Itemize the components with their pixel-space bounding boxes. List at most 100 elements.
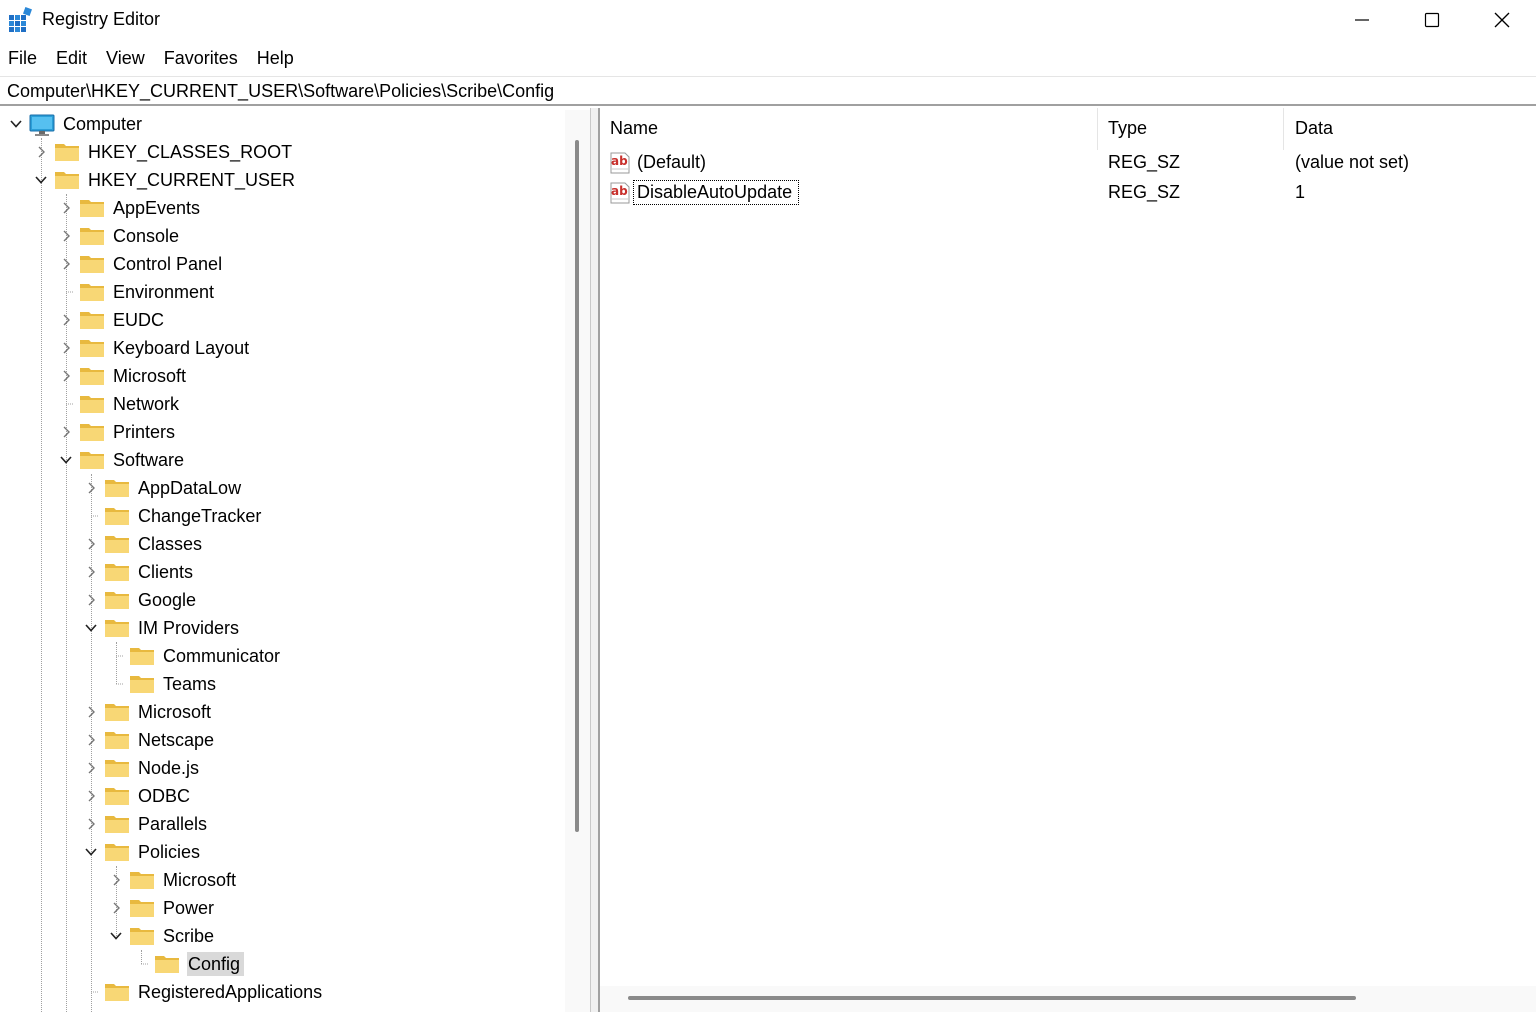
tree-item[interactable]: Google [83,586,200,614]
values-list[interactable]: Name Type Data ab (Default) REG_SZ (valu… [600,108,1536,1012]
folder-icon [79,225,105,247]
minimize-button[interactable] [1327,0,1397,40]
tree-item[interactable]: Software [58,446,188,474]
column-divider[interactable] [1283,108,1284,150]
chevron-right-icon[interactable] [83,788,99,804]
chevron-down-icon[interactable] [58,452,74,468]
folder-icon [129,925,155,947]
tree-item[interactable]: Clients [83,558,197,586]
chevron-right-icon[interactable] [58,368,74,384]
chevron-right-icon[interactable] [83,732,99,748]
tree-item-label: Microsoft [163,870,237,890]
folder-icon [129,645,155,667]
close-icon [1494,12,1510,28]
tree-item[interactable]: Scribe [108,922,218,950]
column-header-name[interactable]: Name [600,108,1097,150]
tree-item[interactable]: Computer [8,110,146,138]
string-value-icon: ab [610,182,630,204]
chevron-right-icon[interactable] [58,256,74,272]
chevron-right-icon[interactable] [58,340,74,356]
column-header-data[interactable]: Data [1285,108,1536,150]
chevron-right-icon[interactable] [33,144,49,160]
chevron-right-icon[interactable] [83,760,99,776]
chevron-right-icon[interactable] [58,200,74,216]
tree-item[interactable]: Classes [83,530,206,558]
tree-connector [108,676,124,692]
tree-item[interactable]: Node.js [83,754,203,782]
tree-item-label: Netscape [138,730,215,750]
tree-item[interactable]: Teams [108,670,220,698]
tree-item[interactable]: ChangeTracker [83,502,265,530]
tree-scroll-thumb[interactable] [575,140,579,832]
key-tree[interactable]: Computer HKEY_CLASSES_ROOT HKEY_CURRENT_US… [0,108,590,1012]
chevron-right-icon[interactable] [58,312,74,328]
pane-splitter[interactable] [590,108,600,1012]
chevron-down-icon[interactable] [83,620,99,636]
tree-item[interactable]: EUDC [58,306,168,334]
tree-item[interactable]: IM Providers [83,614,243,642]
chevron-right-icon[interactable] [83,704,99,720]
tree-item-label: Teams [163,674,217,694]
tree-item[interactable]: Power [108,894,218,922]
chevron-right-icon[interactable] [58,228,74,244]
chevron-down-icon[interactable] [8,116,24,132]
tree-item[interactable]: Printers [58,418,179,446]
chevron-down-icon[interactable] [33,172,49,188]
menu-help[interactable]: Help [249,44,305,74]
tree-item-label: Software [113,450,185,470]
tree-item[interactable]: Control Panel [58,250,226,278]
chevron-right-icon[interactable] [83,592,99,608]
tree-item[interactable]: Console [58,222,183,250]
chevron-right-icon[interactable] [108,872,124,888]
chevron-right-icon[interactable] [58,424,74,440]
column-header-type[interactable]: Type [1098,108,1283,150]
address-bar[interactable]: Computer\HKEY_CURRENT_USER\Software\Poli… [0,76,1536,106]
tree-item[interactable]: HKEY_CURRENT_USER [33,166,299,194]
menu-favorites[interactable]: Favorites [156,44,249,74]
tree-item[interactable]: RegisteredApplications [83,978,326,1006]
folder-icon [104,785,130,807]
tree-item[interactable]: Network [58,390,183,418]
tree-item[interactable]: Config [133,950,245,978]
value-data: (value not set) [1295,152,1410,172]
chevron-right-icon[interactable] [83,536,99,552]
maximize-button[interactable] [1397,0,1467,40]
tree-item-label: Clients [138,562,194,582]
tree-item[interactable]: HKEY_CLASSES_ROOT [33,138,296,166]
tree-item[interactable]: Keyboard Layout [58,334,253,362]
menu-edit[interactable]: Edit [48,44,98,74]
folder-icon [54,141,80,163]
folder-icon [79,281,105,303]
folder-icon [104,981,130,1003]
tree-item-label: Control Panel [113,254,223,274]
tree-item[interactable]: Netscape [83,726,218,754]
tree-item-label: Config [187,952,245,976]
address-path[interactable]: Computer\HKEY_CURRENT_USER\Software\Poli… [7,81,554,102]
tree-item[interactable]: ODBC [83,782,194,810]
tree-item-label: Network [113,394,180,414]
folder-icon [104,617,130,639]
tree-item[interactable]: Communicator [108,642,284,670]
chevron-right-icon[interactable] [83,816,99,832]
tree-item[interactable]: Microsoft [58,362,190,390]
tree-item[interactable]: Environment [58,278,218,306]
close-button[interactable] [1468,0,1536,40]
tree-item[interactable]: Microsoft [83,698,215,726]
value-row[interactable]: ab (Default) REG_SZ (value not set) [600,150,1536,178]
tree-item[interactable]: AppDataLow [83,474,245,502]
chevron-down-icon[interactable] [83,844,99,860]
menu-file[interactable]: File [0,44,48,74]
chevron-right-icon[interactable] [108,900,124,916]
tree-item[interactable]: Policies [83,838,204,866]
chevron-right-icon[interactable] [83,480,99,496]
tree-item[interactable]: Parallels [83,810,211,838]
value-row[interactable]: ab DisableAutoUpdate REG_SZ 1 [600,180,1536,208]
chevron-down-icon[interactable] [108,928,124,944]
folder-icon [79,197,105,219]
menu-view[interactable]: View [98,44,156,74]
menu-bar: File Edit View Favorites Help [0,44,305,74]
tree-item[interactable]: Microsoft [108,866,240,894]
chevron-right-icon[interactable] [83,564,99,580]
tree-item[interactable]: AppEvents [58,194,204,222]
list-scroll-thumb[interactable] [628,996,1356,1000]
